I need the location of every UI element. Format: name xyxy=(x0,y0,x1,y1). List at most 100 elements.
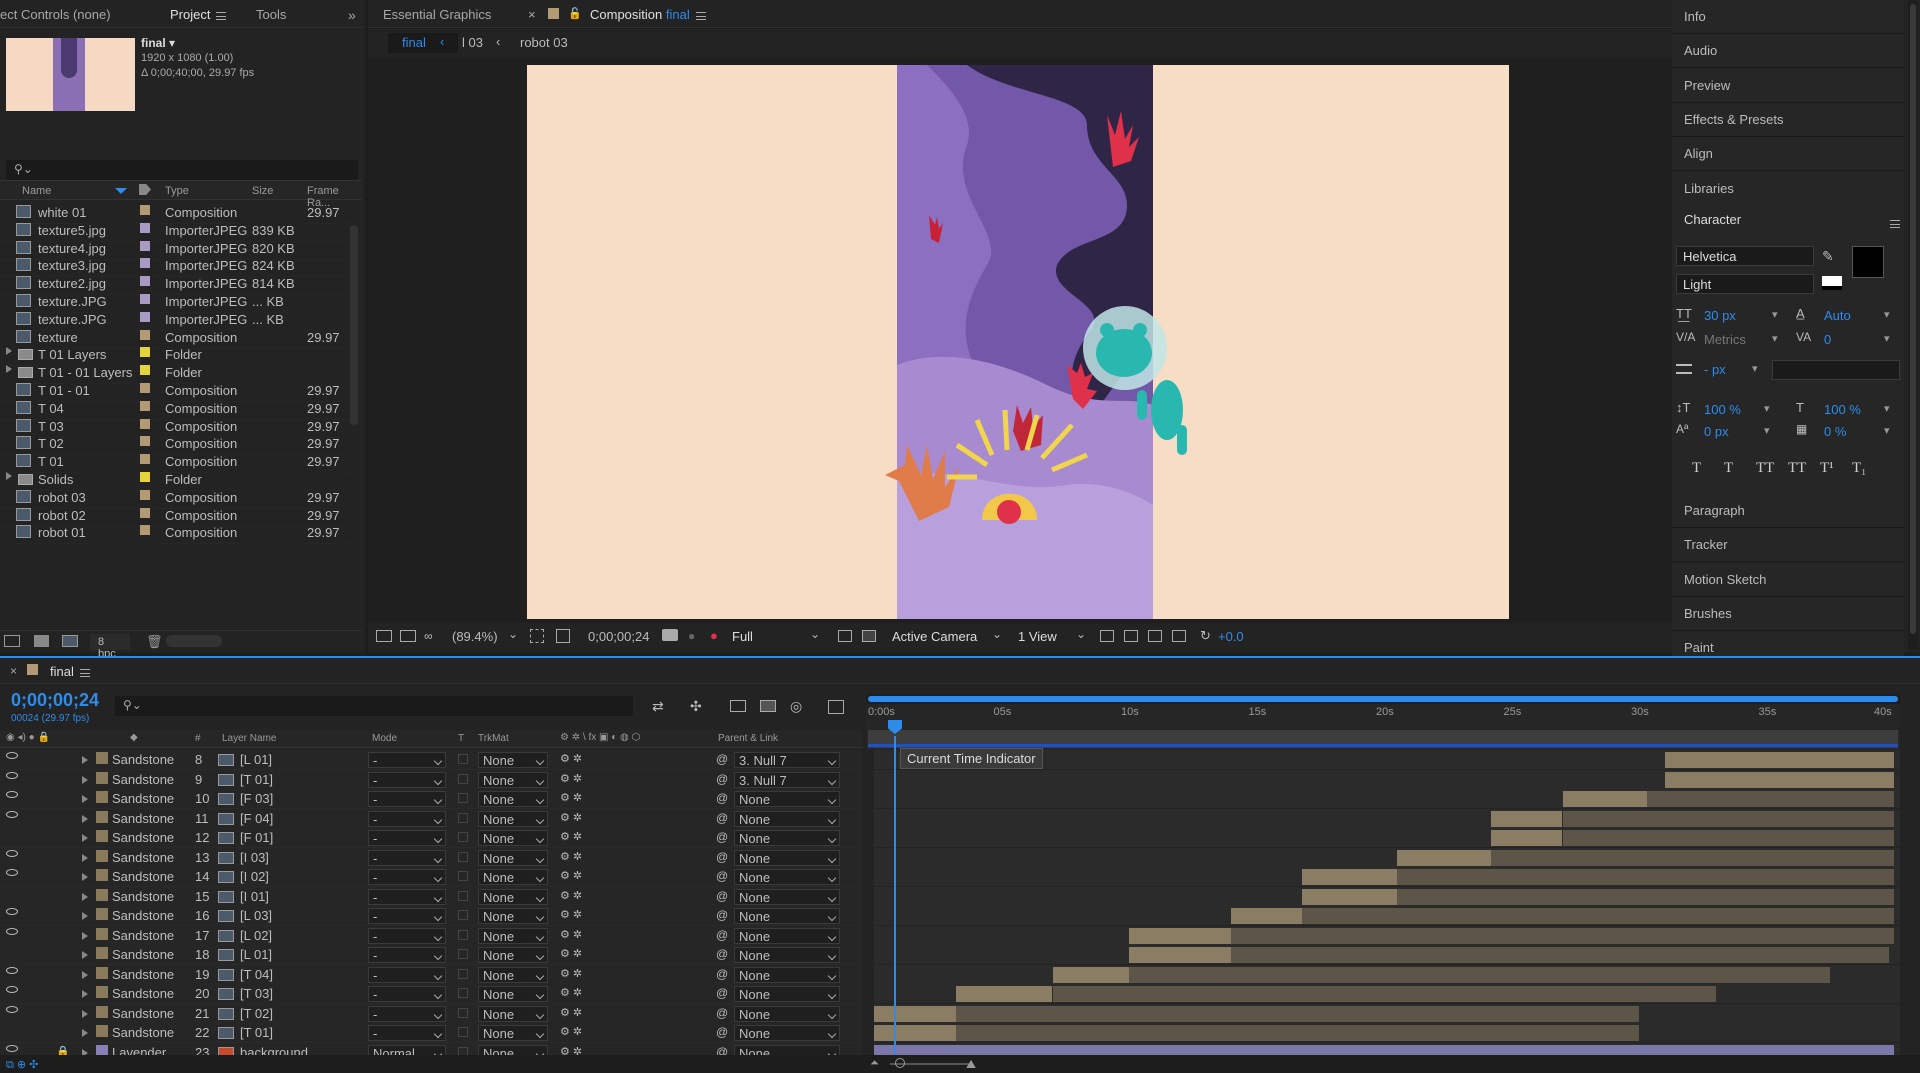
tab-tools[interactable]: Tools xyxy=(256,7,286,22)
layer-name[interactable]: [I 03] xyxy=(240,850,269,865)
breadcrumb-final[interactable]: final xyxy=(402,35,426,50)
layer-active-bar[interactable] xyxy=(1491,830,1563,846)
layer-duration-bar[interactable] xyxy=(1562,810,1894,827)
label-color-swatch[interactable] xyxy=(140,525,150,536)
exposure-value[interactable]: +0.0 xyxy=(1218,629,1244,644)
eye-icon[interactable] xyxy=(6,869,18,876)
shy-switch-icon[interactable]: ⚙ ✲ xyxy=(560,1006,582,1019)
breadcrumb-l03[interactable]: l 03 xyxy=(462,35,483,50)
preserve-transparency-checkbox[interactable] xyxy=(458,773,468,784)
horizontal-scale-value[interactable]: 100 % xyxy=(1824,402,1861,417)
label-color-swatch[interactable] xyxy=(140,258,150,269)
label-color-swatch[interactable] xyxy=(140,383,150,393)
parent-dropdown[interactable]: None xyxy=(734,947,840,963)
flowchart-icon[interactable] xyxy=(1172,630,1186,642)
comp-mini-flowchart-icon[interactable]: ⇄ xyxy=(652,698,664,715)
expand-arrow-icon[interactable] xyxy=(82,1009,88,1018)
expand-arrow-icon[interactable] xyxy=(6,347,12,356)
label-color-swatch[interactable] xyxy=(140,507,150,518)
table-row[interactable]: Sandstone 11 [F 04] - None ⚙ ✲ @ None xyxy=(0,808,862,829)
table-row[interactable]: Sandstone 22 [T 01] - None ⚙ ✲ @ None xyxy=(0,1023,862,1043)
expand-arrow-icon[interactable] xyxy=(82,756,88,764)
shy-switch-icon[interactable]: ⚙ ✲ xyxy=(560,889,582,902)
pick-whip-icon[interactable]: @ xyxy=(716,947,728,961)
show-snapshot-icon[interactable]: ● xyxy=(688,629,695,643)
frame-blending-icon[interactable] xyxy=(760,700,776,712)
expand-arrow-icon[interactable] xyxy=(82,990,88,998)
tab-project[interactable]: Project xyxy=(170,7,227,22)
list-item[interactable]: robot 01 Composition 29.97 xyxy=(0,522,350,545)
col-size[interactable]: Size xyxy=(252,185,273,197)
pick-whip-icon[interactable]: @ xyxy=(716,772,728,786)
col-mode[interactable]: Mode xyxy=(372,733,397,744)
layer-active-bar[interactable] xyxy=(1562,791,1647,807)
label-color-swatch[interactable] xyxy=(96,771,108,784)
mode-dropdown[interactable]: - xyxy=(368,947,446,963)
trkmat-dropdown[interactable]: None xyxy=(478,986,548,1002)
zoom-slider-handle[interactable] xyxy=(895,1058,905,1068)
panel-audio[interactable]: Audio xyxy=(1672,34,1904,69)
trash-icon[interactable]: 🗑 xyxy=(146,634,163,650)
thumbnail-slider[interactable] xyxy=(166,635,222,647)
layer-duration-bar[interactable] xyxy=(1491,849,1894,866)
parent-dropdown[interactable]: 3. Null 7 xyxy=(734,771,840,788)
table-row[interactable]: Sandstone 14 [I 02] - None ⚙ ✲ @ None xyxy=(0,867,862,887)
label-color-swatch[interactable] xyxy=(96,927,108,940)
parent-dropdown[interactable]: None xyxy=(734,927,840,944)
label-color-swatch[interactable] xyxy=(140,436,150,447)
parent-dropdown[interactable]: None xyxy=(734,791,840,807)
layer-name[interactable]: [L 01] xyxy=(240,752,272,767)
layer-name[interactable]: [T 01] xyxy=(240,1025,273,1040)
layer-duration-bar[interactable] xyxy=(1231,927,1894,944)
preserve-transparency-checkbox[interactable] xyxy=(458,1007,468,1018)
label-color-swatch[interactable] xyxy=(96,791,108,803)
time-ruler[interactable] xyxy=(866,694,1900,750)
col-number[interactable]: # xyxy=(195,733,201,744)
label-color-swatch[interactable] xyxy=(140,222,150,233)
layer-active-bar[interactable] xyxy=(1231,908,1303,924)
text-style-button[interactable]: T¹ xyxy=(1820,460,1834,477)
table-row[interactable]: Sandstone 21 [T 02] - None ⚙ ✲ @ None xyxy=(0,1003,862,1024)
layer-name[interactable]: [L 02] xyxy=(240,928,272,943)
shy-switch-icon[interactable]: ⚙ ✲ xyxy=(560,772,582,785)
timeline-menu-icon[interactable] xyxy=(79,668,90,677)
mode-dropdown[interactable]: - xyxy=(368,966,446,983)
label-color-swatch[interactable] xyxy=(96,1025,108,1037)
eye-icon[interactable] xyxy=(6,908,18,915)
col-type[interactable]: Type xyxy=(165,185,189,197)
expand-arrow-icon[interactable] xyxy=(82,970,88,979)
layer-duration-bar[interactable] xyxy=(1231,947,1889,963)
work-area-navigator[interactable] xyxy=(868,696,1898,702)
table-row[interactable]: Sandstone 15 [I 01] - None ⚙ ✲ @ None xyxy=(0,886,862,907)
shy-switch-icon[interactable]: ⚙ ✲ xyxy=(560,986,582,999)
col-trkmat[interactable]: TrkMat xyxy=(478,733,509,744)
interpret-footage-icon[interactable] xyxy=(4,635,20,647)
label-color-swatch[interactable] xyxy=(140,329,150,340)
text-style-button[interactable]: T xyxy=(1692,460,1701,477)
preserve-transparency-checkbox[interactable] xyxy=(458,968,468,979)
selected-item-name[interactable]: final ▾ xyxy=(141,36,175,50)
new-folder-icon[interactable] xyxy=(34,635,49,647)
eye-icon[interactable] xyxy=(6,810,18,818)
pick-whip-icon[interactable]: @ xyxy=(716,986,728,1000)
mode-dropdown[interactable]: - xyxy=(368,810,446,827)
always-preview-icon[interactable] xyxy=(376,630,392,642)
pick-whip-icon[interactable]: @ xyxy=(716,791,728,805)
graph-editor-icon[interactable] xyxy=(828,700,844,714)
mode-dropdown[interactable]: - xyxy=(368,1005,446,1022)
layer-active-bar[interactable] xyxy=(1664,752,1894,768)
pick-whip-icon[interactable]: @ xyxy=(716,1006,728,1020)
preserve-transparency-checkbox[interactable] xyxy=(458,988,468,998)
layer-active-bar[interactable] xyxy=(1491,810,1563,827)
expand-arrow-icon[interactable] xyxy=(82,931,88,940)
eye-icon[interactable] xyxy=(6,752,18,759)
trkmat-dropdown[interactable]: None xyxy=(478,947,548,963)
trkmat-dropdown[interactable]: None xyxy=(478,1005,548,1022)
view-layout-dropdown[interactable]: 1 View xyxy=(1018,629,1057,644)
pick-whip-icon[interactable]: @ xyxy=(716,830,728,844)
mode-dropdown[interactable]: - xyxy=(368,791,446,807)
motion-blur-icon[interactable]: ◎ xyxy=(790,698,802,715)
preserve-transparency-checkbox[interactable] xyxy=(458,793,468,803)
shy-switch-icon[interactable]: ⚙ ✲ xyxy=(560,928,582,941)
current-time-indicator[interactable] xyxy=(894,736,896,1072)
